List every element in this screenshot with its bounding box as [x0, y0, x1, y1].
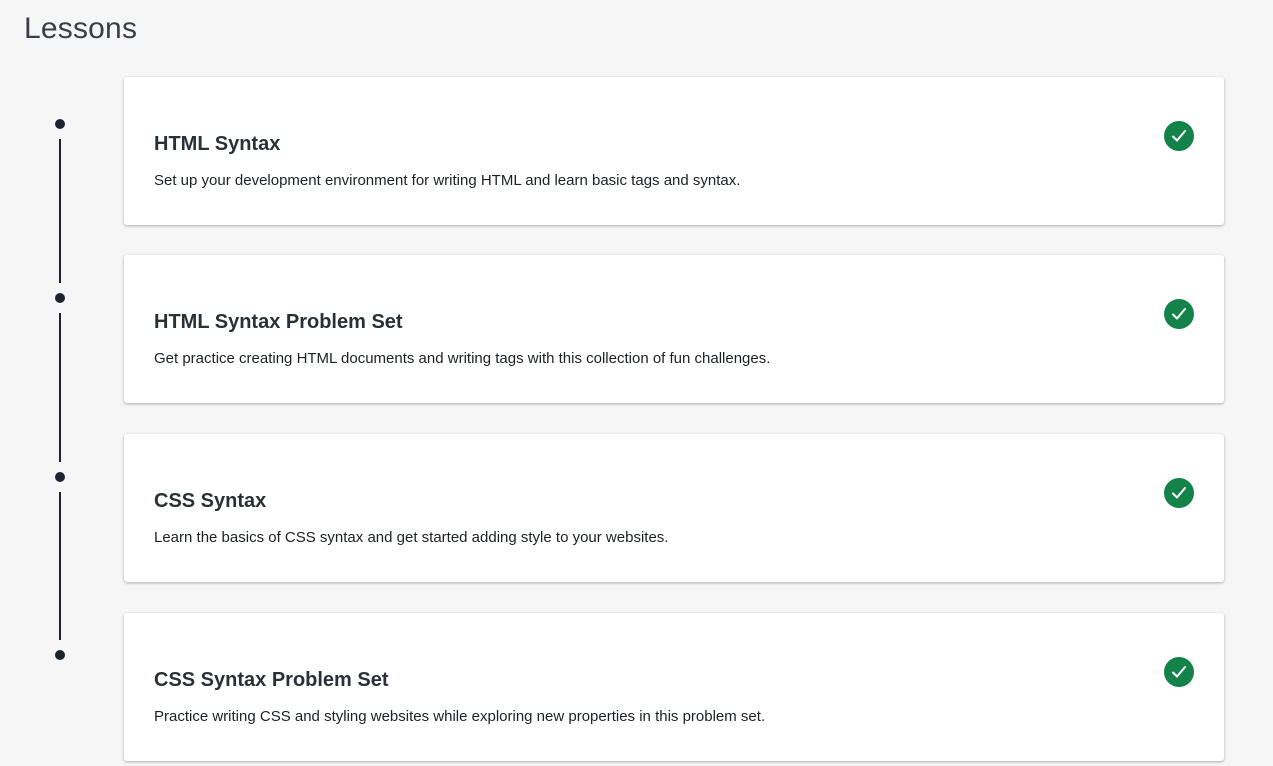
check-circle-icon	[1164, 299, 1194, 329]
timeline-dot	[55, 119, 65, 129]
lesson-card-css-syntax[interactable]: CSS Syntax Learn the basics of CSS synta…	[124, 434, 1224, 582]
timeline-dot	[55, 650, 65, 660]
lesson-description: Practice writing CSS and styling website…	[154, 708, 766, 725]
lesson-title: CSS Syntax Problem Set	[154, 669, 389, 691]
timeline-dot	[55, 293, 65, 303]
lesson-card-html-syntax-problem-set[interactable]: HTML Syntax Problem Set Get practice cre…	[124, 255, 1224, 403]
lesson-title: HTML Syntax Problem Set	[154, 311, 403, 333]
check-circle-icon	[1164, 121, 1194, 151]
check-circle-icon	[1164, 478, 1194, 508]
lesson-description: Learn the basics of CSS syntax and get s…	[154, 529, 669, 546]
check-circle-icon	[1164, 657, 1194, 687]
timeline-connector	[59, 492, 61, 640]
page-title: Lessons	[24, 12, 138, 45]
lesson-description: Set up your development environment for …	[154, 172, 741, 189]
lesson-title: CSS Syntax	[154, 490, 267, 512]
lesson-title: HTML Syntax	[154, 133, 281, 155]
timeline-dot	[55, 472, 65, 482]
lesson-card-html-syntax[interactable]: HTML Syntax Set up your development envi…	[124, 77, 1224, 225]
timeline-connector	[59, 139, 61, 283]
lesson-description: Get practice creating HTML documents and…	[154, 350, 771, 367]
timeline-connector	[59, 313, 61, 462]
lesson-card-css-syntax-problem-set[interactable]: CSS Syntax Problem Set Practice writing …	[124, 613, 1224, 761]
